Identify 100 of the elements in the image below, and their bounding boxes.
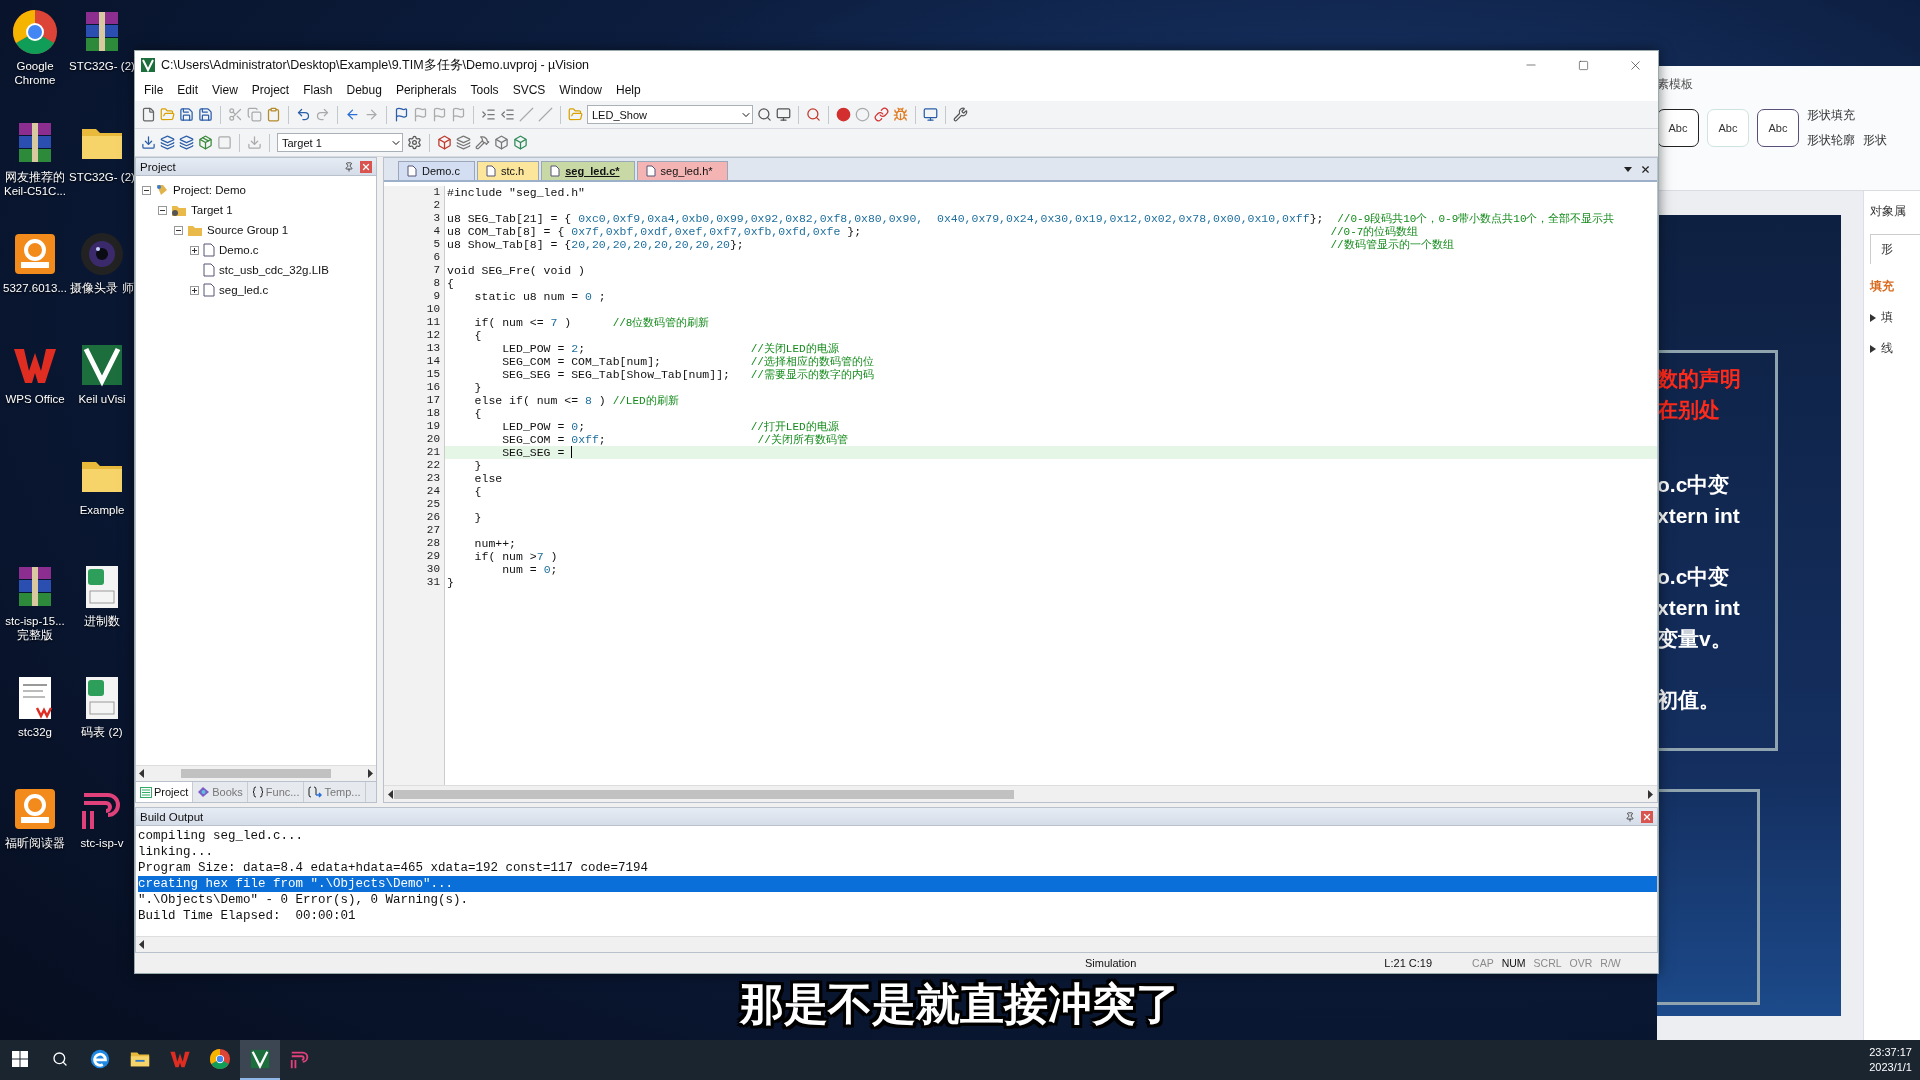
tree-item[interactable]: Demo.c	[219, 244, 259, 256]
key-indicator: NUM	[1501, 957, 1526, 969]
panel-tab[interactable]: Func...	[247, 782, 305, 802]
desktop-icon-label[interactable]: 5327.6013...	[2, 281, 68, 295]
ide-app-icon[interactable]	[249, 1048, 271, 1070]
menu-item[interactable]: Peripherals	[388, 81, 464, 99]
editor-tab[interactable]: seg_led.h*	[636, 161, 728, 180]
style-preview[interactable]: Abc	[1657, 109, 1699, 147]
scroll-left-icon[interactable]	[138, 769, 145, 778]
menu-item[interactable]: Edit	[170, 81, 206, 99]
breakpoint-icon[interactable]	[836, 107, 851, 122]
menu-item[interactable]: View	[205, 81, 245, 99]
scroll-right-icon[interactable]	[367, 769, 374, 778]
close-button[interactable]	[360, 160, 372, 173]
save-all-icon[interactable]	[198, 107, 213, 122]
clock-date[interactable]: 2023/1/1	[1869, 1060, 1912, 1075]
shape-outline-button[interactable]: 形状轮廓	[1807, 132, 1855, 149]
pin-icon[interactable]	[344, 161, 354, 172]
tree-item[interactable]: Project: Demo	[173, 184, 246, 196]
undo-icon[interactable]	[296, 107, 311, 122]
target-combo[interactable]: Target 1	[277, 133, 403, 152]
target-options-icon[interactable]	[407, 135, 422, 150]
editor-tab[interactable]: Demo.c	[398, 161, 475, 180]
panel-tab[interactable]: Project	[136, 782, 194, 802]
panel-tab[interactable]: Temp...	[304, 782, 366, 802]
scroll-left-icon[interactable]	[138, 940, 145, 949]
menu-item[interactable]: Tools	[463, 81, 506, 99]
clock-time[interactable]: 23:37:17	[1869, 1045, 1912, 1060]
panel-tab[interactable]: Books	[193, 782, 248, 802]
shape-button[interactable]: 形状	[1863, 131, 1887, 149]
collapse-icon[interactable]	[174, 225, 183, 235]
key-indicator: CAP	[1472, 957, 1494, 969]
search-icon[interactable]	[52, 1051, 68, 1067]
menu-item[interactable]: Help	[609, 81, 648, 99]
menu-item[interactable]: Flash	[296, 81, 340, 99]
menu-item[interactable]: Debug	[339, 81, 389, 99]
expand-arrow-icon[interactable]	[1870, 313, 1876, 322]
style-preview[interactable]: Abc	[1757, 109, 1799, 147]
close-icon[interactable]	[1640, 163, 1651, 175]
menu-item[interactable]: File	[137, 81, 171, 99]
desktop-icon-label[interactable]: Keil uVisi	[69, 392, 135, 406]
batch-build-icon[interactable]	[198, 135, 213, 150]
collapse-icon[interactable]	[158, 205, 167, 215]
window-layout-icon[interactable]	[923, 107, 938, 122]
property-group[interactable]: 填	[1881, 309, 1893, 326]
settings-icon[interactable]	[953, 107, 968, 122]
browser-icon[interactable]	[11, 8, 59, 56]
indent-icon[interactable]	[481, 107, 496, 122]
desktop-icon-label[interactable]: 网友推荐的 Keil-C51C...	[2, 170, 68, 198]
expand-icon[interactable]	[190, 285, 199, 295]
desktop-icon-label[interactable]: stc-isp-15... 完整版	[2, 614, 68, 642]
menu-item[interactable]: SVCS	[505, 81, 553, 99]
find-combo[interactable]: LED_Show	[587, 105, 753, 124]
link-icon[interactable]	[874, 107, 889, 122]
desktop-icon-label[interactable]: STC32G- (2)	[69, 59, 135, 73]
desktop-icon-label[interactable]: 进制数	[69, 614, 135, 628]
tree-item[interactable]: Source Group 1	[207, 224, 289, 236]
browser-icon[interactable]	[89, 1048, 111, 1070]
code-line: if( num <= 7 ) //8位数码管的刷新	[473, 316, 710, 329]
tree-item[interactable]: Target 1	[191, 204, 233, 216]
debug-session-icon[interactable]	[806, 107, 821, 122]
style-preview[interactable]: Abc	[1707, 109, 1749, 147]
menu-item[interactable]: Project	[244, 81, 297, 99]
dropdown-icon[interactable]	[1624, 166, 1632, 172]
scroll-right-icon[interactable]	[1647, 789, 1654, 799]
tree-item[interactable]: seg_led.c	[219, 284, 269, 296]
desktop-icon-label[interactable]: 福昕阅读器	[2, 836, 68, 850]
desktop-icon-label[interactable]: WPS Office	[2, 392, 68, 406]
back-icon[interactable]	[345, 107, 360, 122]
tree-item[interactable]: stc_usb_cdc_32g.LIB	[219, 264, 329, 276]
start-icon[interactable]	[12, 1051, 28, 1067]
desktop-icon-label[interactable]: Google Chrome	[2, 59, 68, 87]
bookmark-icon[interactable]	[394, 107, 409, 122]
editor-tab[interactable]: stc.h	[476, 161, 540, 180]
desktop-icon-label[interactable]: STC32G- (2)	[69, 170, 135, 184]
fill-section-tab[interactable]: 填充	[1870, 278, 1920, 295]
collapse-icon[interactable]	[142, 185, 151, 195]
browser-icon[interactable]	[209, 1048, 231, 1070]
desktop-icon-label[interactable]: 摄像头录 师	[69, 281, 135, 295]
editor-tab[interactable]: seg_led.c*	[541, 161, 635, 180]
find-icon[interactable]	[757, 107, 772, 122]
desktop-icon-label[interactable]: stc32g	[2, 725, 68, 739]
maximize-icon[interactable]	[1577, 59, 1589, 71]
menu-item[interactable]: Window	[552, 81, 609, 99]
line-number: 18	[426, 407, 440, 420]
close-button[interactable]	[1641, 810, 1653, 823]
expand-arrow-icon[interactable]	[1870, 344, 1876, 353]
new-file-icon[interactable]	[141, 107, 156, 122]
outdent-icon[interactable]	[500, 107, 515, 122]
expand-icon[interactable]	[190, 245, 199, 255]
desktop-icon-label[interactable]: stc-isp-v	[69, 836, 135, 850]
shape-fill-button[interactable]: 形状填充	[1807, 107, 1855, 124]
pin-icon[interactable]	[1625, 811, 1635, 822]
desktop-icon-label[interactable]: 码表 (2)	[69, 725, 135, 739]
paste-icon[interactable]	[266, 107, 281, 122]
property-group[interactable]: 线	[1881, 340, 1893, 357]
bug-icon[interactable]	[893, 107, 908, 122]
panel-tab[interactable]: 形	[1870, 234, 1920, 264]
desktop-icon-label[interactable]: Example	[69, 503, 135, 517]
save-icon[interactable]	[179, 107, 194, 122]
